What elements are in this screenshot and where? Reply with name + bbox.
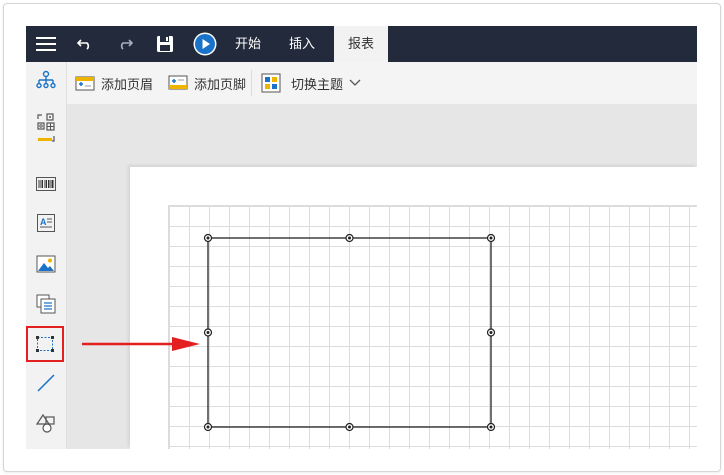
switch-theme-label: 切换主题 — [291, 76, 344, 92]
layout-grid-icon[interactable] — [30, 110, 62, 150]
org-tree-icon[interactable] — [30, 64, 62, 96]
textbox-icon[interactable]: A — [30, 207, 62, 239]
add-footer-label: 添加页脚 — [194, 76, 247, 92]
add-header-button[interactable]: 添加页眉 — [75, 62, 153, 104]
report-ribbon: 添加页眉 添加页脚 切换主题 — [67, 62, 697, 104]
top-toolbar: 开始 插入 报表 — [26, 26, 697, 62]
design-workspace — [67, 104, 697, 449]
tab-start[interactable]: 开始 — [226, 26, 270, 62]
ribbon-divider — [251, 70, 252, 96]
barcode-icon[interactable] — [30, 168, 62, 200]
switch-theme-button[interactable]: 切换主题 — [261, 62, 367, 104]
add-footer-icon — [168, 75, 188, 90]
line-icon[interactable] — [30, 367, 62, 399]
svg-text:A: A — [40, 217, 47, 227]
redo-icon[interactable] — [114, 26, 136, 62]
theme-icon — [261, 73, 281, 93]
add-header-label: 添加页眉 — [101, 76, 154, 92]
add-header-icon — [75, 76, 95, 91]
save-icon[interactable] — [154, 26, 176, 62]
report-page — [130, 167, 697, 449]
subreport-icon[interactable] — [30, 288, 62, 320]
preview-play-icon[interactable] — [192, 26, 218, 62]
image-icon[interactable] — [30, 248, 62, 280]
design-grid[interactable] — [168, 205, 697, 449]
add-footer-button[interactable]: 添加页脚 — [168, 62, 246, 104]
tab-insert[interactable]: 插入 — [280, 26, 324, 62]
component-rail: A — [26, 62, 67, 449]
undo-icon[interactable] — [74, 26, 96, 62]
rectangle-icon[interactable] — [26, 326, 64, 362]
report-designer: 开始 插入 报表 A 添加页眉 添加页脚 切换主题 — [26, 26, 697, 449]
shapes-icon[interactable] — [30, 407, 62, 439]
tab-report[interactable]: 报表 — [334, 26, 388, 62]
chevron-down-icon — [349, 79, 361, 86]
hamburger-menu-icon[interactable] — [32, 26, 60, 62]
